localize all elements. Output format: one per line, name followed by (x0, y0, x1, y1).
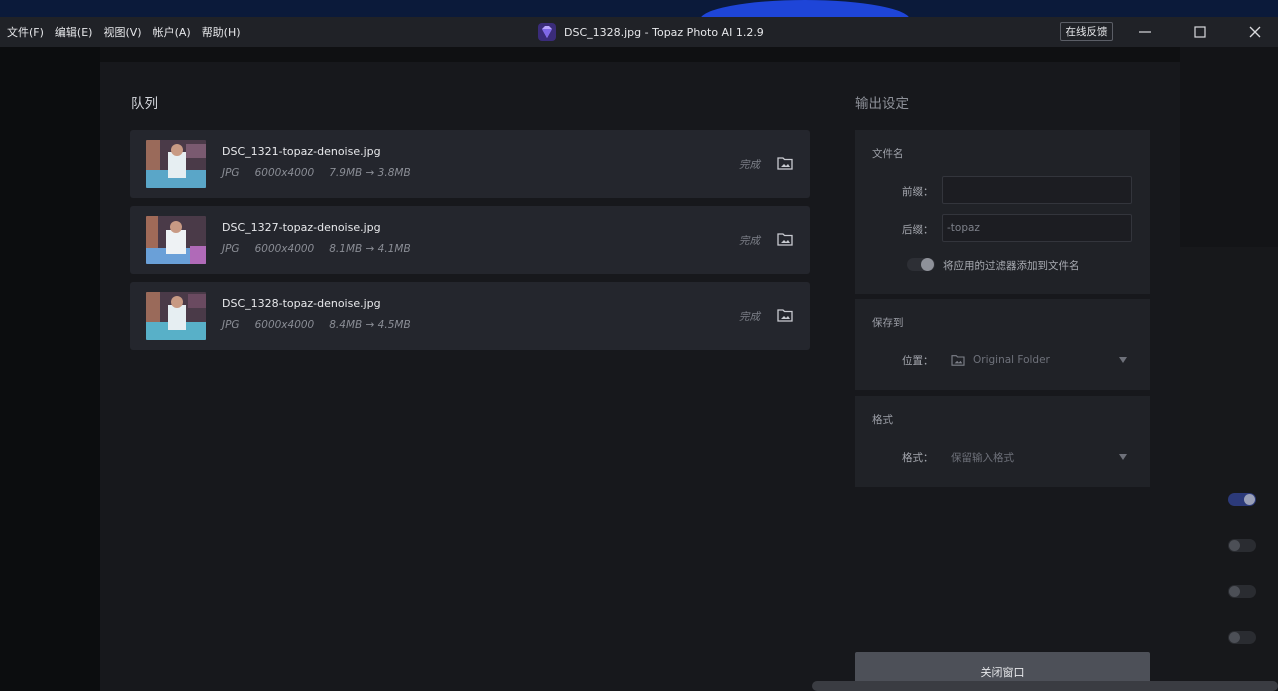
file-meta: JPG 6000x4000 8.4MB → 4.5MB (222, 319, 426, 331)
file-format: JPG (222, 167, 240, 179)
folder-icon (951, 355, 965, 366)
background-app-right (1180, 47, 1278, 691)
format-label: 格式： (902, 452, 934, 464)
filename-section: 文件名 前缀： 后缀： -topaz 将应用的过滤器添加到文件名 (855, 130, 1150, 294)
file-name: DSC_1328-topaz-denoise.jpg (222, 297, 381, 310)
feedback-button[interactable]: 在线反馈 (1060, 22, 1113, 41)
background-panel (1180, 247, 1278, 687)
format-section: 格式 格式： 保留输入格式 (855, 396, 1150, 487)
toggle-knob (921, 258, 934, 271)
queue-item[interactable]: DSC_1327-topaz-denoise.jpg JPG 6000x4000 8… (130, 206, 810, 274)
queue-item[interactable]: DSC_1321-topaz-denoise.jpg JPG 6000x4000 7… (130, 130, 810, 198)
close-window-button[interactable] (1235, 17, 1275, 47)
file-name: DSC_1321-topaz-denoise.jpg (222, 145, 381, 158)
chevron-down-icon (1119, 357, 1127, 363)
open-folder-icon[interactable] (777, 232, 793, 246)
file-size: 7.9MB → 3.8MB (329, 167, 411, 179)
menu-bar: 文件(F) 编辑(E) 视图(V) 帐户(A) 帮助(H) (0, 17, 245, 47)
prefix-label: 前缀： (902, 186, 934, 198)
background-toggle (1228, 631, 1256, 644)
file-dimensions: 6000x4000 (254, 167, 315, 179)
queue-title: 队列 (131, 96, 158, 112)
file-meta: JPG 6000x4000 7.9MB → 3.8MB (222, 167, 426, 179)
save-section-label: 保存到 (872, 317, 904, 329)
topaz-logo-icon (538, 23, 556, 41)
maximize-button[interactable] (1180, 17, 1220, 47)
menu-view[interactable]: 视图(V) (103, 24, 141, 40)
file-size: 8.4MB → 4.5MB (329, 319, 411, 331)
file-dimensions: 6000x4000 (254, 243, 315, 255)
menu-account[interactable]: 帐户(A) (153, 24, 191, 40)
file-format: JPG (222, 319, 240, 331)
output-settings-title: 输出设定 (855, 96, 909, 112)
export-dialog: 队列 DSC_1321-topaz-denoise.jpg JPG 6000x40… (100, 62, 1180, 691)
background-app-left (0, 47, 100, 691)
location-label: 位置： (902, 355, 934, 367)
minimize-button[interactable] (1125, 17, 1165, 47)
location-value: Original Folder (973, 354, 1050, 366)
add-filters-toggle[interactable] (907, 258, 935, 271)
background-toggle (1228, 585, 1256, 598)
window-title-text: DSC_1328.jpg - Topaz Photo AI 1.2.9 (564, 25, 764, 39)
open-folder-icon[interactable] (777, 308, 793, 322)
minimize-icon (1139, 31, 1151, 33)
menu-file[interactable]: 文件(F) (7, 24, 44, 40)
image-thumbnail (146, 292, 206, 340)
image-thumbnail (146, 140, 206, 188)
suffix-label: 后缀： (902, 224, 934, 236)
file-size: 8.1MB → 4.1MB (329, 243, 411, 255)
format-section-label: 格式 (872, 414, 893, 426)
title-bar: 文件(F) 编辑(E) 视图(V) 帐户(A) 帮助(H) DSC_1328.j… (0, 17, 1278, 47)
horizontal-scrollbar[interactable] (812, 681, 1278, 691)
status-label: 完成 (739, 159, 760, 171)
file-format: JPG (222, 243, 240, 255)
format-dropdown[interactable]: 保留输入格式 (951, 448, 1131, 466)
chevron-down-icon (1119, 454, 1127, 460)
file-dimensions: 6000x4000 (254, 319, 315, 331)
filename-section-label: 文件名 (872, 148, 904, 160)
menu-edit[interactable]: 编辑(E) (55, 24, 93, 40)
format-value: 保留输入格式 (951, 451, 1014, 464)
desktop-top-strip (0, 0, 1278, 17)
open-folder-icon[interactable] (777, 156, 793, 170)
background-glow (700, 0, 910, 17)
maximize-icon (1194, 26, 1206, 38)
file-meta: JPG 6000x4000 8.1MB → 4.1MB (222, 243, 426, 255)
add-filters-label: 将应用的过滤器添加到文件名 (943, 260, 1080, 272)
save-section: 保存到 位置： Original Folder (855, 299, 1150, 390)
image-thumbnail (146, 216, 206, 264)
prefix-input[interactable] (942, 176, 1132, 204)
suffix-input[interactable]: -topaz (942, 214, 1132, 242)
background-toggle (1228, 493, 1256, 506)
menu-help[interactable]: 帮助(H) (202, 24, 241, 40)
close-icon (1249, 26, 1261, 38)
queue-item[interactable]: DSC_1328-topaz-denoise.jpg JPG 6000x4000 8… (130, 282, 810, 350)
status-label: 完成 (739, 311, 760, 323)
location-dropdown[interactable]: Original Folder (951, 351, 1131, 369)
file-name: DSC_1327-topaz-denoise.jpg (222, 221, 381, 234)
window-title: DSC_1328.jpg - Topaz Photo AI 1.2.9 (538, 17, 764, 47)
status-label: 完成 (739, 235, 760, 247)
background-toggle (1228, 539, 1256, 552)
